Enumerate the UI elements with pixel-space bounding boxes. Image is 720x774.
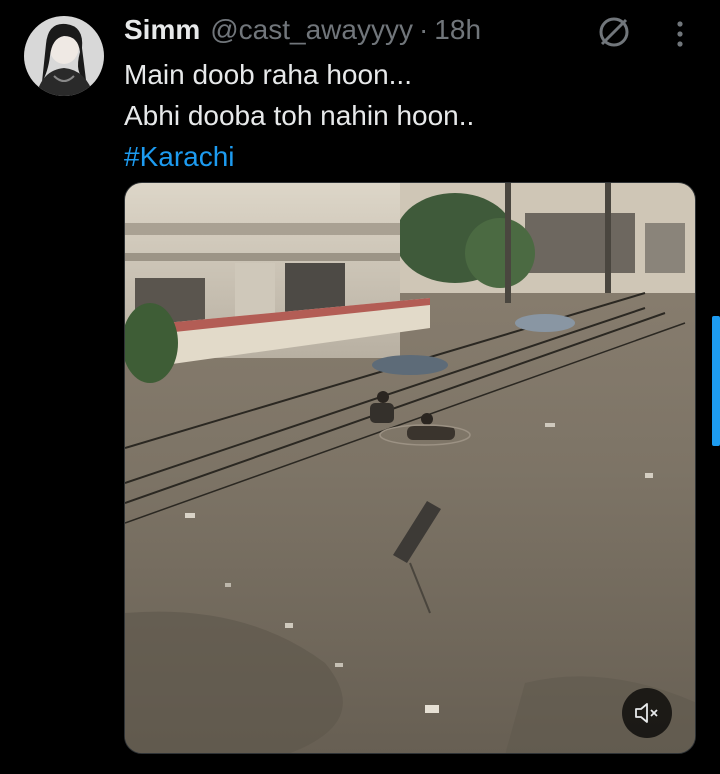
timestamp[interactable]: 18h: [434, 14, 481, 46]
mute-button[interactable]: [622, 688, 672, 738]
tweet-text-line-2: Abhi dooba toh nahin hoon..: [124, 100, 475, 131]
tweet-text-line-1: Main doob raha hoon...: [124, 59, 412, 90]
avatar-image: [24, 16, 104, 96]
author-name[interactable]: Simm: [124, 14, 200, 46]
author-handle[interactable]: @cast_awayyyy: [210, 14, 413, 46]
scrollbar-thumb[interactable]: [712, 316, 720, 446]
tweet-video[interactable]: [124, 182, 696, 754]
hashtag-link[interactable]: #Karachi: [124, 136, 474, 177]
avatar[interactable]: [24, 16, 104, 96]
flood-video-frame: [125, 183, 695, 753]
separator: ·: [418, 14, 429, 45]
tweet-text: Main doob raha hoon... Abhi dooba toh na…: [124, 54, 474, 177]
more-icon[interactable]: [666, 14, 694, 50]
volume-muted-icon: [635, 703, 658, 723]
tweet-header: Simm @cast_awayyyy · 18h: [124, 12, 481, 48]
grok-icon[interactable]: [596, 14, 632, 50]
